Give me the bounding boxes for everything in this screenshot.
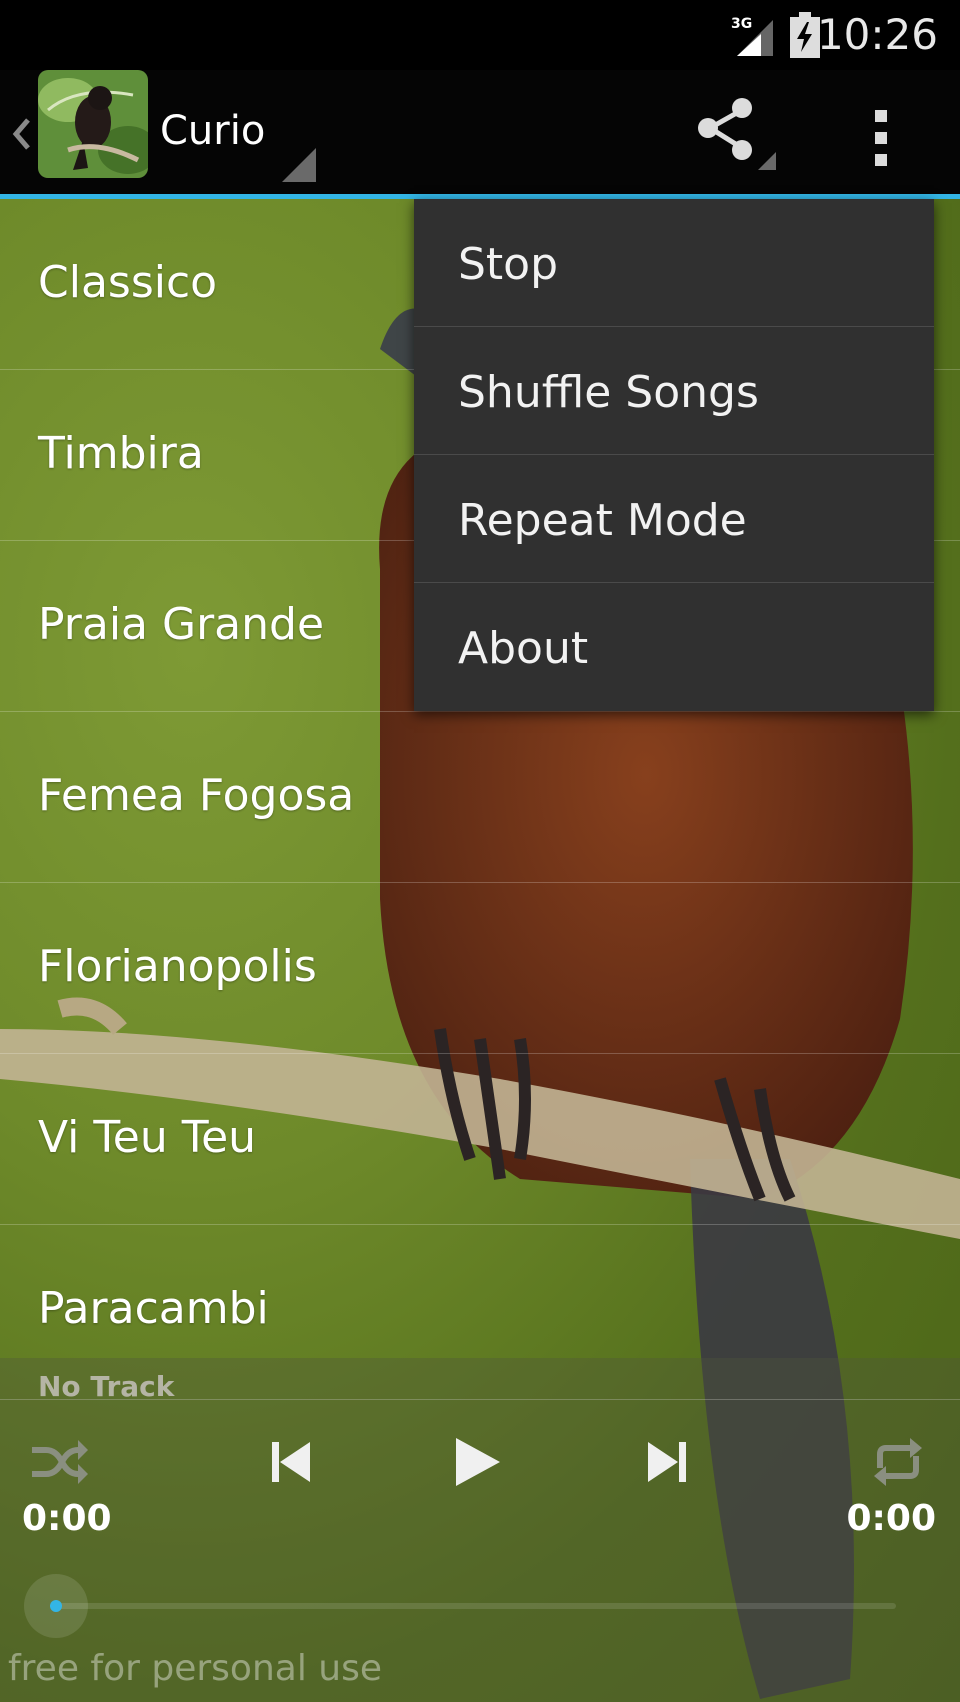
menu-item-label: Stop bbox=[458, 239, 559, 290]
share-icon[interactable] bbox=[690, 94, 780, 184]
list-item[interactable]: Femea Fogosa bbox=[0, 712, 960, 883]
signal-3g-icon: 3G bbox=[731, 16, 773, 56]
track-title: Timbira bbox=[38, 428, 204, 479]
status-bar: 3G 10:26 bbox=[0, 0, 960, 70]
menu-item-stop[interactable]: Stop bbox=[414, 199, 934, 327]
track-title: Classico bbox=[38, 257, 218, 308]
spinner-triangle-icon bbox=[282, 148, 316, 182]
play-icon[interactable] bbox=[452, 1436, 502, 1488]
svg-text:3G: 3G bbox=[731, 16, 752, 32]
action-bar: Curio bbox=[0, 70, 960, 199]
repeat-icon[interactable] bbox=[872, 1438, 924, 1486]
previous-icon[interactable] bbox=[270, 1440, 314, 1484]
elapsed-time: 0:00 bbox=[22, 1498, 112, 1539]
list-item[interactable]: Vi Teu Teu bbox=[0, 1054, 960, 1225]
menu-item-repeat[interactable]: Repeat Mode bbox=[414, 455, 934, 583]
player-panel: No Track 0:00 0:00 free for personal use bbox=[0, 1358, 960, 1702]
track-title: Florianopolis bbox=[38, 941, 317, 992]
now-playing-label: No Track bbox=[38, 1370, 175, 1403]
menu-item-label: Repeat Mode bbox=[458, 495, 747, 546]
footer-text: free for personal use bbox=[8, 1648, 382, 1689]
shuffle-icon[interactable] bbox=[28, 1438, 88, 1486]
menu-item-label: About bbox=[458, 623, 589, 674]
seek-thumb[interactable] bbox=[24, 1574, 88, 1638]
track-title: Paracambi bbox=[38, 1283, 269, 1334]
next-icon[interactable] bbox=[644, 1440, 688, 1484]
up-caret-icon[interactable] bbox=[10, 114, 32, 154]
menu-item-shuffle[interactable]: Shuffle Songs bbox=[414, 327, 934, 455]
battery-charging-icon bbox=[790, 12, 820, 58]
track-title: Vi Teu Teu bbox=[38, 1112, 257, 1163]
menu-item-label: Shuffle Songs bbox=[458, 367, 759, 418]
total-duration: 0:00 bbox=[846, 1498, 936, 1539]
overflow-menu-icon[interactable] bbox=[860, 94, 902, 184]
overflow-menu: Stop Shuffle Songs Repeat Mode About bbox=[414, 199, 934, 711]
seek-bar[interactable] bbox=[56, 1603, 896, 1609]
menu-item-about[interactable]: About bbox=[414, 583, 934, 711]
clock: 10:26 bbox=[816, 10, 938, 59]
track-title: Femea Fogosa bbox=[38, 770, 355, 821]
track-title: Praia Grande bbox=[38, 599, 325, 650]
app-bird-icon[interactable] bbox=[38, 70, 148, 178]
app-title[interactable]: Curio bbox=[160, 108, 265, 154]
list-item[interactable]: Florianopolis bbox=[0, 883, 960, 1054]
